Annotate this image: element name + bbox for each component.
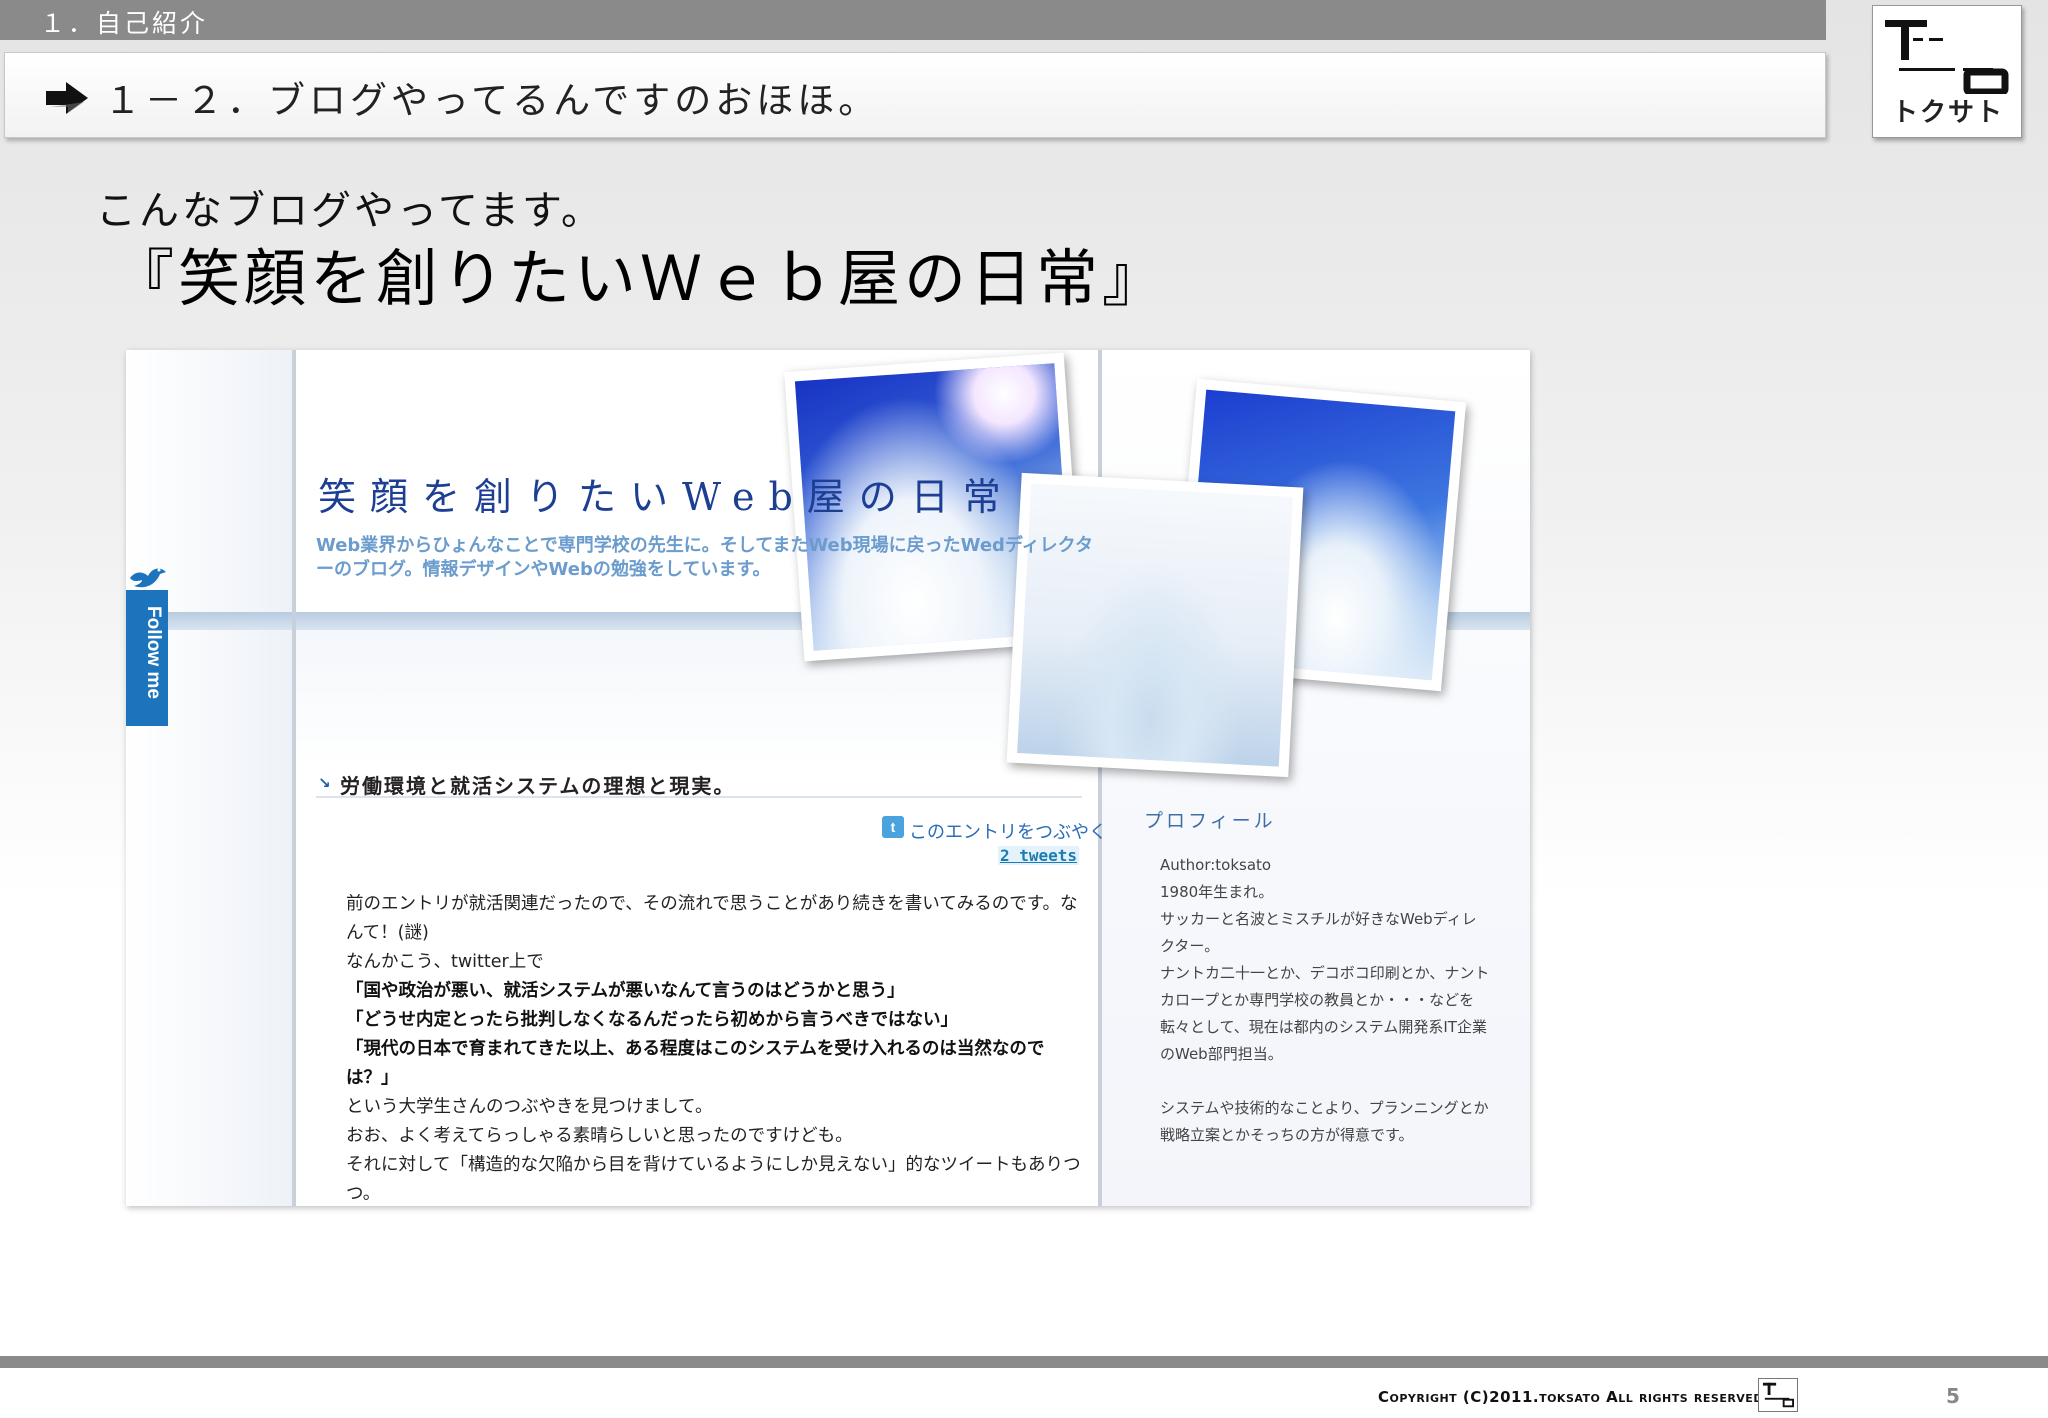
- profile-line: [1160, 1068, 1490, 1095]
- body-line: 前のエントリが就活関連だったので、その流れで思うことがあり続きを書いてみるのです…: [346, 894, 1078, 943]
- footer-logo-icon: [1758, 1378, 1798, 1412]
- body-line: 「国や政治が悪い、就活システムが悪いなんて言うのはどうかと思う」: [346, 981, 905, 1001]
- section-title: １．自己紹介: [40, 9, 209, 38]
- page-number: 5: [1946, 1384, 1960, 1408]
- left-strip: [126, 350, 294, 1206]
- arrow-right-icon: [46, 82, 88, 114]
- toksato-logo: トクサト: [1872, 5, 2022, 138]
- subsection-title: １－２．ブログやってるんですのおほほ。: [104, 79, 880, 122]
- profile-line: Author:toksato: [1160, 856, 1272, 874]
- body-line: おお、よく考えてらっしゃる素晴らしいと思ったのですけども。: [346, 1126, 853, 1146]
- footer-bar: [0, 1356, 2048, 1368]
- body-line: なんかこう、twitter上で: [346, 952, 544, 972]
- copyright-text: Copyright (C)2011.toksato All rights res…: [1378, 1388, 1770, 1406]
- entry-body: 前のエントリが就活関連だったので、その流れで思うことがあり続きを書いてみるのです…: [346, 890, 1082, 1206]
- profile-line: サッカーと名波とミスチルが好きなWebディレクター。: [1160, 910, 1477, 955]
- blog-name: 『笑顔を創りたいＷｅｂ屋の日常』: [112, 242, 1169, 315]
- entry-title[interactable]: 労働環境と就活システムの理想と現実。: [340, 770, 735, 799]
- profile-text: Author:toksato 1980年生まれ。 サッカーと名波とミスチルが好き…: [1160, 852, 1490, 1149]
- profile-line: システムや技術的なことより、プランニングとか戦略立案とかそっちの方が得意です。: [1160, 1099, 1489, 1144]
- body-line: 「現代の日本で育まれてきた以上、ある程度はこのシステムを受け入れるのは当然なので…: [346, 1039, 1045, 1088]
- body-line: という大学生さんのつぶやきを見つけまして。: [346, 1097, 713, 1117]
- profile-line: 1980年生まれ。: [1160, 883, 1274, 901]
- twitter-bird-icon: [130, 568, 166, 588]
- tweet-entry-link[interactable]: このエントリをつぶやく: [909, 818, 1107, 844]
- blog-screenshot: Follow me 笑顔を創りたいWeb屋の日常 Web業界からひょんなことで専…: [126, 350, 1530, 1206]
- section-bar: １．自己紹介: [0, 0, 1826, 40]
- follow-me-label: Follow me: [143, 606, 164, 699]
- blog-description: Web業界からひょんなことで専門学校の先生に。そしてまたWeb現場に戻ったWed…: [316, 535, 1093, 580]
- body-line: 「どうせ内定とったら批判しなくなるんだったら初めから言うべきではない」: [346, 1010, 958, 1030]
- tweet-count-link[interactable]: 2 tweets: [998, 846, 1080, 865]
- profile-line: ナントカ二十一とか、デコボコ印刷とか、ナントカロープとか専門学校の教員とか・・・…: [1160, 964, 1490, 1063]
- logo-mark-icon: [1885, 20, 2009, 94]
- profile-title: プロフィール: [1144, 810, 1276, 832]
- twitter-icon[interactable]: t: [882, 816, 904, 838]
- divider: [316, 796, 1082, 798]
- logo-text: トクサト: [1891, 98, 2004, 128]
- body-line: それに対して「構造的な欠陥から目を背けているようにしか見えない」的なツイートもあ…: [346, 1155, 1081, 1204]
- entry-arrow-icon: ↘: [318, 774, 331, 792]
- sky-photo: [1006, 472, 1304, 778]
- blog-header-title[interactable]: 笑顔を創りたいWeb屋の日常: [318, 466, 1015, 521]
- column-divider: [292, 350, 296, 1206]
